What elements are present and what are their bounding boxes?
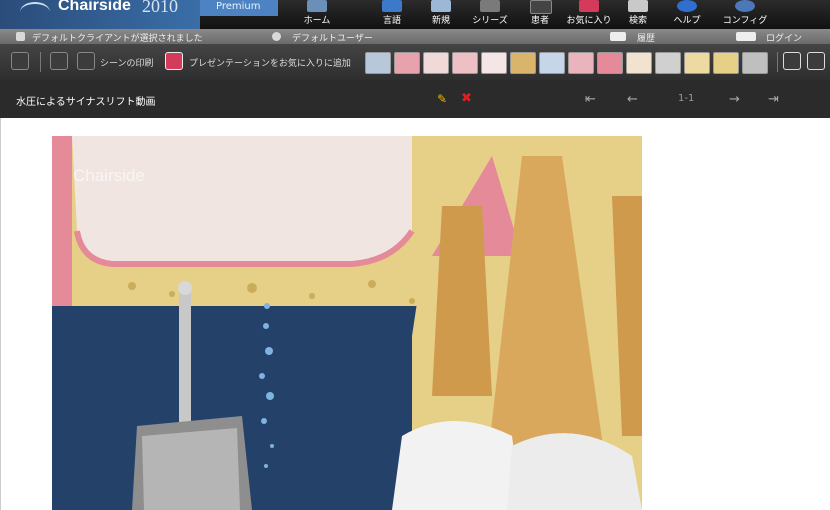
scene-title-bar: 水圧によるサイナスリフト動画 ✎ ✖ ⇤ ← 1-1 → ⇥ (0, 80, 830, 118)
history-link[interactable]: 履歴 (637, 31, 655, 44)
nav-search-label: 検索 (628, 16, 647, 26)
scene-thumbnail[interactable] (365, 52, 391, 74)
scene-thumbnail[interactable] (423, 52, 449, 74)
scene-title: 水圧によるサイナスリフト動画 (16, 97, 156, 108)
previous-page-icon[interactable]: ← (627, 92, 638, 107)
nav-home-label: ホーム (303, 16, 331, 26)
nav-language-label: 言語 (382, 16, 401, 26)
login-link[interactable]: ログイン (766, 31, 802, 44)
print-scene-button[interactable]: シーンの印刷 (100, 56, 154, 69)
favorites-icon (579, 0, 599, 12)
slideshow-icon[interactable] (807, 52, 825, 70)
next-page-icon[interactable]: → (729, 92, 740, 107)
nav-config[interactable]: コンフィグ (722, 0, 768, 29)
scene-thumbnail[interactable] (394, 52, 420, 74)
scene-thumbnail[interactable] (481, 52, 507, 74)
page-indicator: 1-1 (678, 93, 695, 104)
scene-thumbnail[interactable] (568, 52, 594, 74)
nav-new-label: 新規 (431, 16, 450, 26)
nav-config-label: コンフィグ (722, 16, 768, 26)
scene-thumbnail[interactable] (742, 52, 768, 74)
dental-animation-frame[interactable]: Chairside (52, 136, 642, 510)
edit-icon[interactable]: ✎ (437, 92, 447, 106)
nav-help-label: ヘルプ (673, 16, 701, 26)
nav-favorites-label: お気に入り (566, 16, 612, 26)
heart-icon[interactable] (165, 52, 183, 70)
nav-series-label: シリーズ (472, 16, 508, 26)
language-icon (382, 0, 402, 12)
fit-screen-button[interactable] (11, 52, 29, 70)
history-icon (610, 32, 626, 41)
selected-client-text: デフォルトクライアントが選択されました (32, 34, 203, 44)
first-page-icon[interactable]: ⇤ (585, 92, 596, 107)
toolbar-divider (777, 52, 778, 72)
monitor-icon[interactable] (77, 52, 95, 70)
print-icon[interactable] (50, 52, 68, 70)
add-to-favorites-button[interactable]: プレゼンテーションをお気に入りに追加 (189, 56, 351, 69)
new-icon (431, 0, 451, 12)
nav-series[interactable]: シリーズ (467, 0, 513, 29)
last-page-icon[interactable]: ⇥ (768, 92, 779, 107)
app-name: Chairside (58, 0, 131, 14)
scene-thumbnail[interactable] (597, 52, 623, 74)
patient-icon (530, 0, 552, 14)
series-icon (480, 0, 500, 12)
edition-badge: Premium (200, 0, 278, 16)
nav-patient[interactable]: 患者 (517, 0, 563, 29)
scene-thumbnail[interactable] (713, 52, 739, 74)
scene-thumbnail[interactable] (655, 52, 681, 74)
nav-new[interactable]: 新規 (418, 0, 464, 29)
home-icon (307, 0, 327, 12)
top-navigation-bar: Chairside 2010 Premium ホーム 言語 新規 シリーズ 患者… (0, 0, 830, 29)
scene-thumbnail[interactable] (539, 52, 565, 74)
sinus-lift-illustration (52, 136, 642, 510)
nav-home[interactable]: ホーム (294, 0, 340, 29)
status-bar: デフォルトクライアントが選択されました デフォルトユーザー 履歴 ログイン (0, 29, 830, 44)
scene-thumbnail[interactable] (684, 52, 710, 74)
search-icon (628, 0, 648, 12)
scene-thumbnail[interactable] (510, 52, 536, 74)
chairside-logo-icon (20, 2, 50, 22)
scene-thumbnail[interactable] (626, 52, 652, 74)
nav-language[interactable]: 言語 (369, 0, 415, 29)
delete-icon[interactable]: ✖ (461, 91, 472, 106)
client-icon (16, 32, 25, 41)
scene-toolbar: シーンの印刷 プレゼンテーションをお気に入りに追加 (0, 44, 830, 80)
app-logo: Chairside 2010 (0, 0, 200, 29)
expand-icon[interactable] (783, 52, 801, 70)
nav-search[interactable]: 検索 (615, 0, 661, 29)
config-icon (735, 0, 755, 12)
nav-patient-label: 患者 (530, 16, 549, 26)
toolbar-divider (40, 52, 41, 72)
scene-viewer: Chairside (0, 118, 830, 510)
user-icon (272, 32, 281, 41)
scene-thumbnail[interactable] (452, 52, 478, 74)
lock-icon (736, 32, 756, 41)
app-year: 2010 (142, 0, 178, 16)
chairside-watermark: Chairside (73, 166, 145, 185)
nav-favorites[interactable]: お気に入り (566, 0, 612, 29)
current-user[interactable]: デフォルトユーザー (292, 31, 373, 44)
nav-help[interactable]: ヘルプ (664, 0, 710, 29)
help-icon (677, 0, 697, 12)
